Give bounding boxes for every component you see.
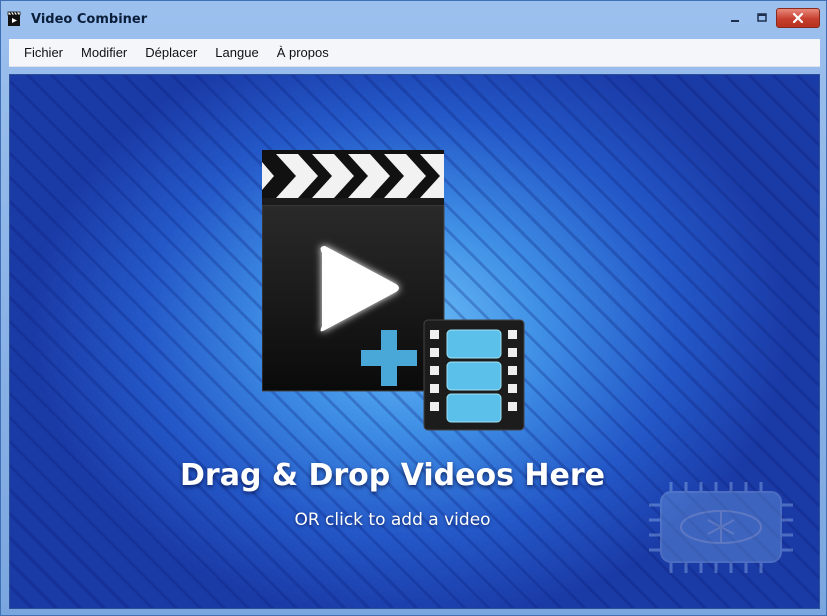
app-window: Video Combiner Fichier Modifier Déplacer…: [0, 0, 827, 616]
clapperboard-app-icon: [7, 11, 21, 26]
menu-a-propos[interactable]: À propos: [268, 39, 338, 66]
minimize-icon: [731, 20, 739, 22]
add-video-graphic: [262, 150, 525, 431]
menu-modifier[interactable]: Modifier: [72, 39, 136, 66]
minimize-button[interactable]: [722, 8, 748, 28]
film-strip-icon: [423, 319, 525, 431]
menu-langue[interactable]: Langue: [206, 39, 267, 66]
menu-bar: Fichier Modifier Déplacer Langue À propo…: [9, 39, 820, 67]
maximize-button[interactable]: [749, 8, 775, 28]
close-icon: [792, 12, 804, 24]
drop-zone[interactable]: Drag & Drop Videos Here OR click to add …: [9, 74, 820, 609]
chip-watermark-icon: [649, 482, 793, 573]
window-title: Video Combiner: [31, 12, 148, 27]
close-button[interactable]: [776, 8, 820, 28]
title-bar[interactable]: Video Combiner: [1, 1, 826, 39]
maximize-icon: [757, 13, 767, 22]
menu-fichier[interactable]: Fichier: [15, 39, 72, 66]
menu-deplacer[interactable]: Déplacer: [136, 39, 206, 66]
